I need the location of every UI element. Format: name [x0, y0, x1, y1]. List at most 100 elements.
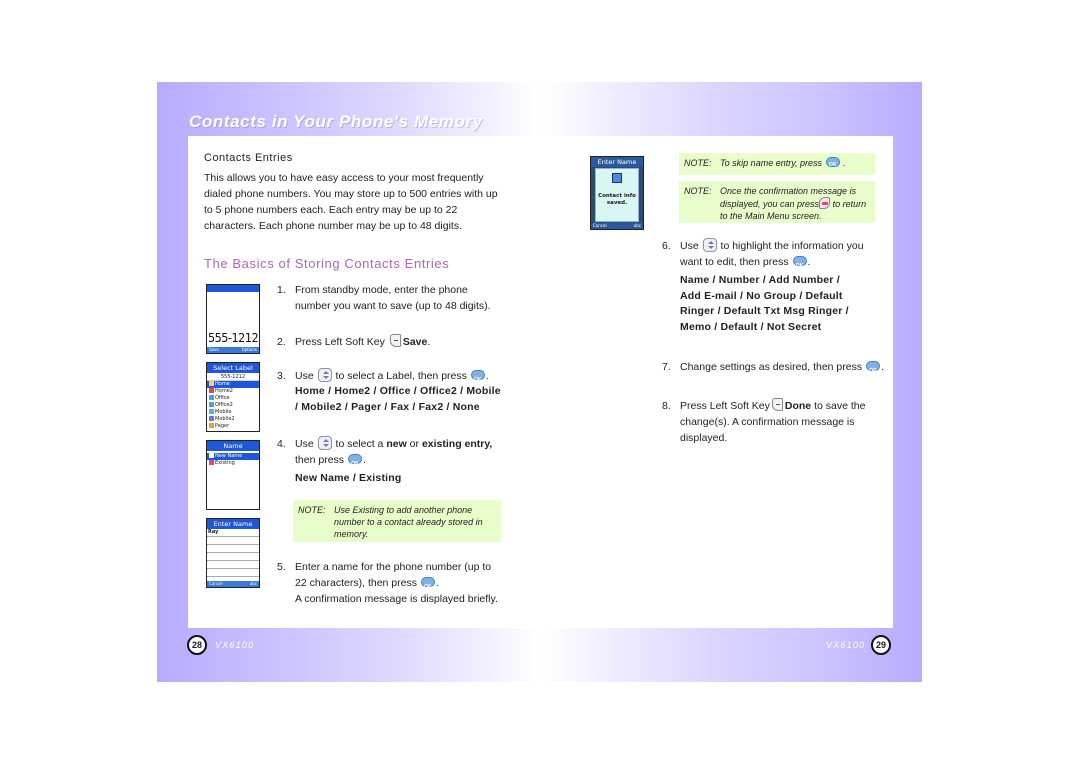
section-heading: Contacts Entries — [204, 152, 293, 164]
input-rule — [207, 561, 259, 569]
screen-title: Enter Name — [207, 519, 259, 529]
punctuation: . — [427, 336, 431, 348]
label-text: Mobile2 — [215, 416, 235, 422]
screen-title: Select Label — [207, 363, 259, 373]
ok-key-icon — [347, 454, 362, 472]
step-number: 4. — [277, 438, 286, 450]
screen-title: Enter Name — [591, 157, 643, 167]
left-soft-key-icon — [389, 334, 401, 347]
punctuation: . — [881, 361, 884, 373]
left-soft-key-icon — [771, 398, 783, 411]
soft-left-label: Cancel — [209, 581, 223, 586]
soft-key-bar: Cancel abc — [207, 581, 259, 587]
bold-text: new — [386, 438, 407, 450]
punctuation: . — [843, 158, 846, 168]
step-text: From standby mode, enter the phone numbe… — [295, 282, 491, 314]
label-item: Home2 — [207, 388, 259, 395]
note-line: to the Main Menu screen. — [720, 211, 822, 221]
note-text: Use Existing to add another phone number… — [334, 504, 497, 540]
note-skip-name: NOTE: To skip name entry, press . — [679, 153, 875, 175]
text: 22 characters), then press — [295, 577, 417, 589]
text: to select a Label, then press — [335, 370, 467, 382]
step-number: 1. — [277, 284, 286, 296]
label-text: Home — [215, 381, 230, 387]
input-rule — [207, 537, 259, 545]
manual-spread: Contacts in Your Phone's Memory Contacts… — [157, 82, 922, 682]
soft-left-label: Save — [209, 347, 219, 352]
label-item: Office2 — [207, 402, 259, 409]
subheading: The Basics of Storing Contacts Entries — [204, 256, 450, 271]
step-line: Press Left Soft Key — [295, 336, 385, 348]
step-line: 22 characters), then press . — [295, 575, 535, 595]
new-icon — [209, 453, 214, 458]
label-item: Home — [207, 381, 259, 388]
field-options: Memo / Default / Not Secret — [680, 320, 822, 333]
label-text: Pager — [215, 423, 230, 429]
step-line: From standby mode, enter the phone — [295, 284, 468, 296]
text: to highlight the information you — [720, 240, 864, 252]
home2-icon — [209, 388, 214, 393]
screen-name-choice: Name New Name Existing — [206, 440, 260, 510]
step-line: want to edit, then press . — [680, 254, 890, 274]
page-number-left: 28 — [187, 635, 207, 655]
step-line: Enter a name for the phone number (up to — [295, 561, 492, 573]
pager-icon — [209, 423, 214, 428]
mobile2-icon — [209, 416, 214, 421]
step-number: 8. — [662, 400, 671, 412]
message-line: saved. — [606, 200, 628, 206]
soft-left-label: Cancel — [593, 223, 607, 228]
confirmation-popup: Contact info saved. — [595, 168, 639, 222]
input-rule — [207, 569, 259, 577]
soft-key-bar: Cancel abc — [591, 223, 643, 229]
nav-key-icon — [317, 368, 332, 382]
step-number: 3. — [277, 370, 286, 382]
note-line: number to a contact already stored in — [334, 517, 483, 527]
intro-line: characters. Each phone number may be up … — [204, 220, 462, 232]
option-text: New Name — [215, 453, 243, 459]
name-options: New Name / Existing — [295, 472, 402, 484]
note-label: NOTE: — [684, 158, 712, 168]
step-line: Use to highlight the information you — [680, 238, 890, 254]
end-key-icon — [819, 197, 831, 209]
key-label: Done — [784, 400, 812, 412]
text: Use — [680, 240, 699, 252]
note-line: Once the confirmation message is — [720, 186, 857, 196]
label-item: Mobile — [207, 409, 259, 416]
step-text: Use to highlight the information you wan… — [680, 238, 890, 335]
punctuation: . — [435, 577, 439, 589]
text: or — [409, 438, 420, 450]
step-number: 2. — [277, 336, 286, 348]
text: Use — [295, 370, 314, 382]
ok-key-icon — [792, 256, 807, 274]
step-text: Press Left Soft Key Save. — [295, 334, 430, 350]
label-options: Home / Home2 / Office / Office2 / Mobile — [295, 385, 501, 397]
model-label-left: VX6100 — [215, 640, 255, 650]
soft-right-label: Options — [241, 347, 257, 352]
input-rule — [207, 545, 259, 553]
input-rule — [207, 553, 259, 561]
text: Change settings as desired, then press — [680, 361, 863, 373]
step-text: Change settings as desired, then press . — [680, 359, 884, 379]
step-line: Use to select a Label, then press . — [295, 368, 535, 388]
text: To skip name entry, press — [720, 158, 823, 168]
punctuation: . — [362, 454, 366, 466]
page-number-right: 29 — [871, 635, 891, 655]
office-icon — [209, 395, 214, 400]
field-options: Add E-mail / No Group / Default — [680, 289, 843, 302]
name-option: New Name — [207, 453, 259, 460]
saved-icon — [612, 173, 622, 183]
note-label: NOTE: — [684, 186, 712, 196]
ok-key-icon — [470, 370, 485, 388]
intro-line: This allows you to have easy access to y… — [204, 172, 484, 184]
existing-icon — [209, 460, 214, 465]
ok-key-icon — [866, 361, 881, 379]
step-text: Use to select a Label, then press . Home… — [295, 368, 535, 415]
soft-right-label: abc — [633, 223, 641, 228]
screen-title: Name — [207, 441, 259, 451]
note-box: NOTE: Use Existing to add another phone … — [293, 500, 501, 542]
label-item: Pager — [207, 423, 259, 430]
nav-key-icon — [702, 238, 717, 252]
field-options: Name / Number / Add Number / — [680, 274, 840, 286]
name-option: Existing — [207, 460, 259, 467]
note-text: Once the confirmation message is display… — [720, 185, 871, 222]
